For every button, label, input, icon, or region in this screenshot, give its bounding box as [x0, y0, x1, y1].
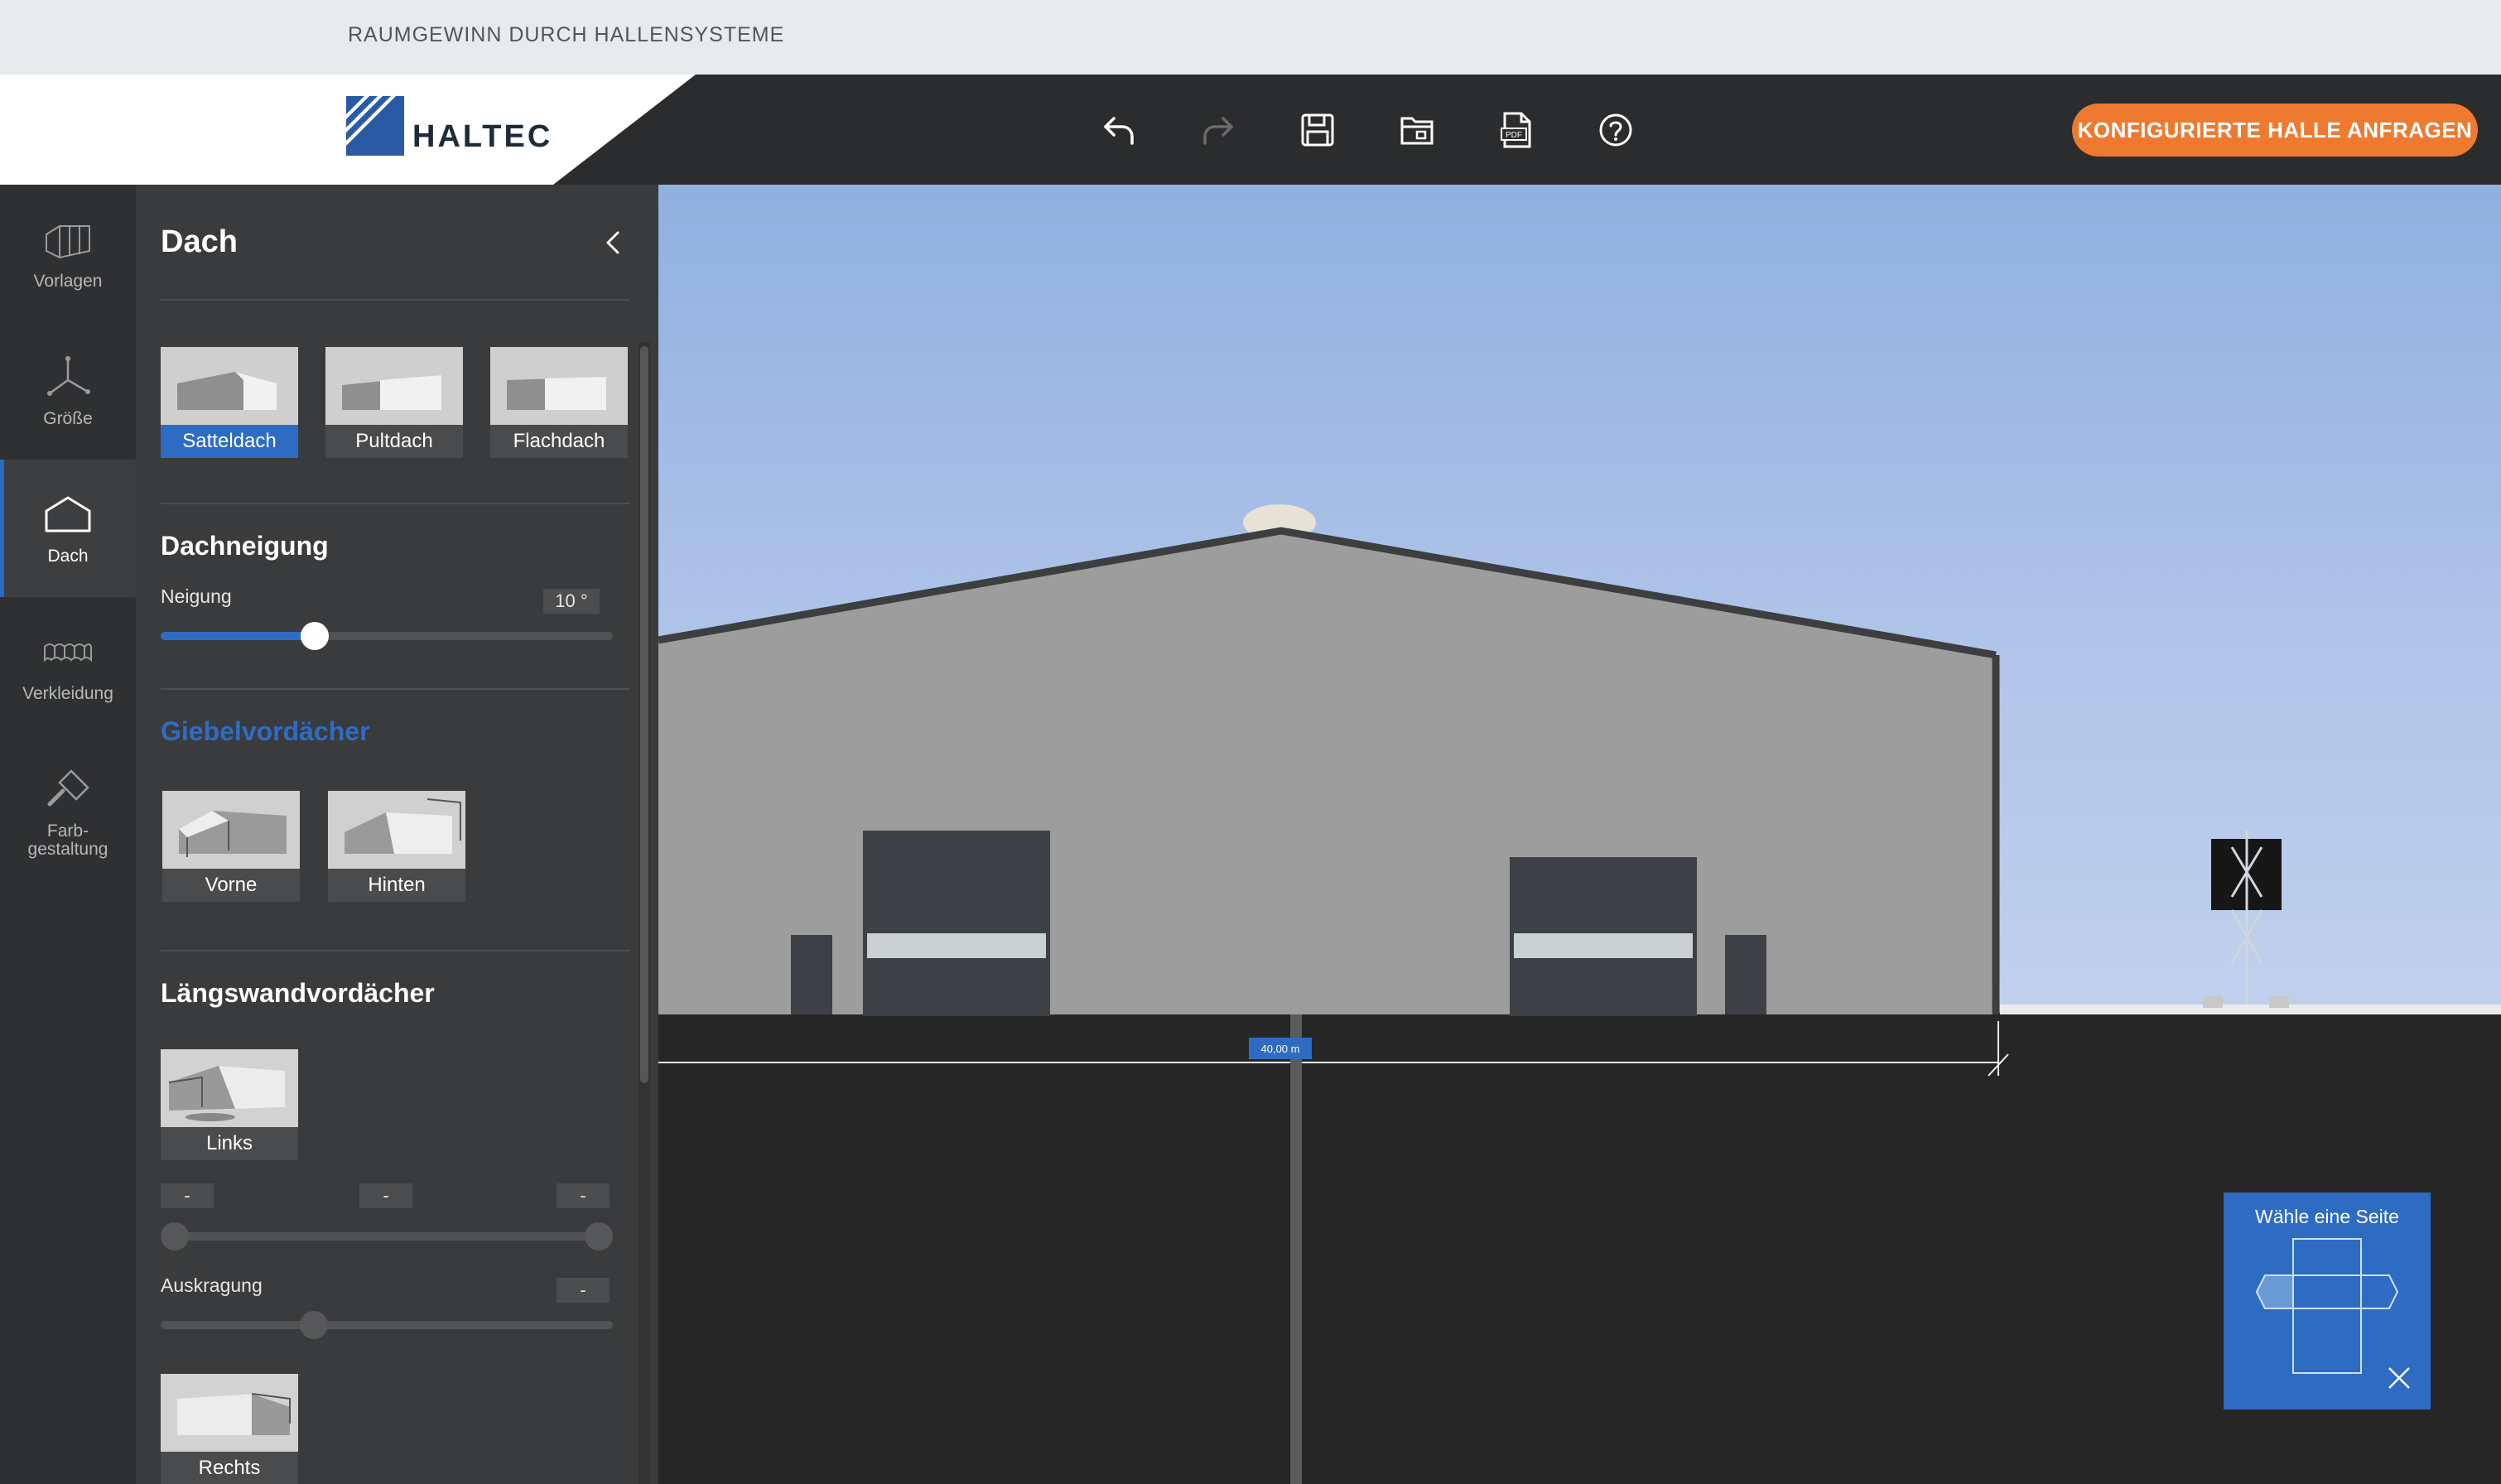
section-dachneigung: Dachneigung	[161, 531, 329, 561]
option-label: Flachdach	[513, 430, 605, 452]
roof-settings-panel: Dach Satteldach Pultdach Flachdach Dachn…	[136, 185, 658, 1484]
range-min-value[interactable]: -	[161, 1183, 214, 1208]
auskragung-value[interactable]: -	[557, 1278, 610, 1303]
pdf-export-icon[interactable]: PDF	[1491, 104, 1542, 156]
option-label: Pultdach	[355, 430, 433, 452]
laengswand-option-links[interactable]: Links	[161, 1049, 298, 1160]
paint-roller-icon	[47, 769, 89, 807]
help-icon[interactable]	[1590, 104, 1641, 156]
sectional-door-right	[1510, 857, 1697, 1016]
canopy-thumbnail	[162, 791, 300, 869]
sidebar-item-farbgestaltung[interactable]: Farb-gestaltung	[0, 735, 136, 872]
undo-icon[interactable]	[1093, 104, 1144, 156]
tagline: RAUMGEWINN DURCH HALLENSYSTEME	[348, 23, 785, 46]
cladding-icon	[44, 643, 92, 662]
sidebar-item-dach[interactable]: Dach	[0, 460, 136, 597]
roof-thumbnail	[325, 347, 463, 425]
roof-type-pultdach[interactable]: Pultdach	[325, 347, 463, 458]
sidebar-item-groesse[interactable]: Größe	[0, 322, 136, 460]
chevron-left-icon[interactable]	[600, 228, 629, 258]
option-label: Rechts	[198, 1457, 261, 1479]
dimension-label: 40,00 m	[1249, 1038, 1312, 1059]
dimensions-axes-icon	[47, 356, 90, 396]
range-slider-max-handle[interactable]	[585, 1222, 613, 1250]
app-header: HALTEC PDF KONFIGURIERTE HALLE ANFRAGEN	[0, 75, 2501, 185]
range-max-value[interactable]: -	[557, 1183, 610, 1208]
giebel-option-vorne[interactable]: Vorne	[162, 791, 300, 902]
auskragung-slider-handle[interactable]	[300, 1311, 328, 1339]
divider	[161, 299, 629, 301]
request-hall-button[interactable]: KONFIGURIERTE HALLE ANFRAGEN	[2072, 104, 2478, 157]
brand-name: HALTEC	[412, 119, 553, 154]
toolbar: PDF	[1093, 104, 1641, 156]
canopy-thumbnail	[328, 791, 465, 869]
save-icon[interactable]	[1292, 104, 1343, 156]
roof-thumbnail	[161, 347, 298, 425]
redo-icon[interactable]	[1193, 104, 1244, 156]
auskragung-slider-track[interactable]	[161, 1321, 613, 1329]
sectional-door-left	[863, 831, 1050, 1016]
panel-title: Dach	[161, 224, 238, 259]
distant-sign	[2203, 831, 2289, 1008]
close-icon[interactable]	[2386, 1365, 2412, 1391]
neigung-slider-handle[interactable]	[301, 622, 329, 650]
top-strip: RAUMGEWINN DURCH HALLENSYSTEME	[0, 0, 2501, 75]
section-giebelvordaecher: Giebelvordächer	[161, 716, 370, 746]
auskragung-label: Auskragung	[161, 1274, 263, 1296]
sidebar-label: Vorlagen	[33, 272, 103, 291]
roof-type-flachdach[interactable]: Flachdach	[490, 347, 628, 458]
personnel-door-right	[1725, 935, 1766, 1014]
sidebar-item-vorlagen[interactable]: Vorlagen	[0, 185, 136, 322]
roof-thumbnail	[490, 347, 628, 425]
option-label: Vorne	[205, 874, 258, 896]
sidebar-label: Größe	[43, 409, 93, 428]
sidebar-label: Verkleidung	[22, 684, 113, 703]
side-picker-widget[interactable]: Wähle eine Seite	[2224, 1192, 2431, 1409]
logo-area[interactable]: HALTEC	[0, 75, 696, 185]
neigung-label: Neigung	[161, 585, 232, 607]
divider	[161, 688, 629, 690]
sidebar-item-verkleidung[interactable]: Verkleidung	[0, 597, 136, 735]
divider	[161, 950, 629, 952]
section-laengswandvordaecher: Längswandvordächer	[161, 978, 435, 1008]
haltec-logo-icon	[346, 96, 404, 156]
roof-house-icon	[45, 496, 91, 532]
side-left-selected[interactable]	[2255, 1274, 2294, 1309]
open-file-icon[interactable]	[1391, 104, 1443, 156]
neigung-value[interactable]: 10 °	[543, 589, 600, 614]
panel-scrollbar-thumb[interactable]	[640, 346, 648, 1083]
canopy-thumbnail	[161, 1374, 298, 1452]
range-mid-value[interactable]: -	[359, 1183, 412, 1208]
sidebar-label: Dach	[47, 547, 89, 566]
divider	[161, 503, 629, 504]
hall-template-icon	[46, 225, 90, 259]
category-sidebar: Vorlagen Größe Dach Verkleidung Farb-ges…	[0, 185, 136, 1484]
neigung-slider-fill	[161, 632, 315, 640]
giebel-option-hinten[interactable]: Hinten	[328, 791, 465, 902]
range-slider-track[interactable]	[161, 1232, 613, 1241]
option-label: Links	[205, 1132, 253, 1154]
canopy-thumbnail	[161, 1049, 298, 1127]
sidebar-label: Farb-gestaltung	[27, 822, 108, 859]
range-slider-min-handle[interactable]	[161, 1222, 189, 1250]
option-label: Hinten	[368, 874, 426, 896]
personnel-door-left	[791, 935, 832, 1014]
side-selector-diagram[interactable]	[2248, 1236, 2406, 1376]
side-picker-title: Wähle eine Seite	[2255, 1206, 2399, 1227]
laengswand-option-rechts[interactable]: Rechts	[161, 1374, 298, 1484]
roof-type-satteldach[interactable]: Satteldach	[161, 347, 298, 458]
svg-text:PDF: PDF	[1506, 131, 1522, 140]
option-label: Satteldach	[161, 425, 298, 458]
